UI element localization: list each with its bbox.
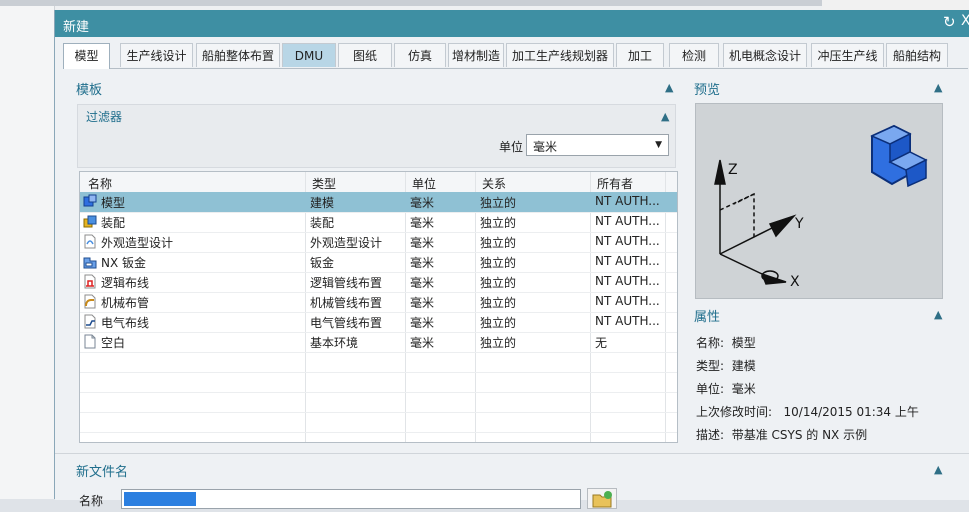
- property-description: 描述: 带基准 CSYS 的 NX 示例: [696, 428, 868, 442]
- empty-row: [80, 372, 677, 393]
- table-row[interactable]: 逻辑布线 逻辑管线布置 毫米 独立的 NT AUTH...: [80, 272, 677, 293]
- folder-icon: [592, 491, 612, 508]
- dropdown-arrow-icon: ▼: [655, 140, 662, 150]
- tab-drawing[interactable]: 图纸: [338, 43, 392, 67]
- model-cube-icon: [870, 124, 928, 188]
- background-right-strip: [822, 0, 969, 10]
- column-header-unit[interactable]: 单位: [412, 175, 436, 192]
- templates-collapse-icon[interactable]: ▲: [665, 81, 673, 94]
- column-header-relation[interactable]: 关系: [482, 175, 506, 192]
- mechanical-routing-template-icon: [84, 294, 96, 309]
- tab-machining[interactable]: 加工: [616, 43, 664, 67]
- tab-model[interactable]: 模型: [63, 43, 110, 69]
- table-row[interactable]: 装配 装配 毫米 独立的 NT AUTH...: [80, 212, 677, 233]
- column-header-type[interactable]: 类型: [312, 175, 336, 192]
- empty-row: [80, 392, 677, 413]
- template-table: 名称 类型 单位 关系 所有者 模型 建模 毫米 独立的 NT AUTH... …: [79, 171, 678, 443]
- table-row[interactable]: 机械布管 机械管线布置 毫米 独立的 NT AUTH...: [80, 292, 677, 313]
- preview-axis-x: X: [790, 274, 800, 290]
- new-file-collapse-icon[interactable]: ▲: [934, 463, 942, 476]
- table-row[interactable]: NX 钣金 钣金 毫米 独立的 NT AUTH...: [80, 252, 677, 273]
- filter-collapse-icon[interactable]: ▲: [661, 110, 669, 123]
- refresh-icon[interactable]: ↻: [943, 13, 956, 31]
- empty-row: [80, 352, 677, 373]
- template-tab-bar: 模型 生产线设计 船舶整体布置 DMU 图纸 仿真 增材制造 加工生产线规划器 …: [63, 43, 968, 69]
- column-header-name[interactable]: 名称: [88, 175, 112, 192]
- logical-routing-template-icon: [84, 274, 96, 289]
- preview-axis-y: Y: [794, 216, 804, 232]
- close-icon[interactable]: X: [961, 13, 969, 29]
- background-left-panel: [0, 6, 55, 499]
- table-header: 名称 类型 单位 关系 所有者: [80, 172, 677, 193]
- dialog-title: 新建: [63, 20, 90, 35]
- file-name-input[interactable]: [121, 489, 581, 509]
- table-row[interactable]: 模型 建模 毫米 独立的 NT AUTH...: [80, 192, 677, 213]
- properties-section-title: 属性: [694, 310, 721, 325]
- table-row[interactable]: 电气布线 电气管线布置 毫米 独立的 NT AUTH...: [80, 312, 677, 333]
- preview-axis-z: Z: [728, 162, 738, 178]
- electrical-routing-template-icon: [84, 314, 96, 329]
- filter-title: 过滤器: [86, 110, 123, 124]
- templates-section-title: 模板: [76, 83, 103, 98]
- empty-row: [80, 412, 677, 433]
- unit-dropdown[interactable]: 毫米 ▼: [526, 134, 669, 156]
- file-name-label: 名称: [79, 494, 104, 508]
- model-template-icon: [83, 194, 97, 207]
- blank-template-icon: [84, 334, 96, 349]
- tab-inspection[interactable]: 检测: [669, 43, 719, 67]
- tab-simulation[interactable]: 仿真: [394, 43, 446, 67]
- tab-mechatronics-concept[interactable]: 机电概念设计: [723, 43, 807, 67]
- unit-dropdown-value: 毫米: [533, 140, 558, 154]
- preview-collapse-icon[interactable]: ▲: [934, 81, 942, 94]
- property-unit: 单位: 毫米: [696, 382, 756, 396]
- properties-collapse-icon[interactable]: ▲: [934, 308, 942, 321]
- tab-dmu[interactable]: DMU: [282, 43, 336, 67]
- unit-label: 单位: [499, 140, 524, 154]
- tab-press-line[interactable]: 冲压生产线: [811, 43, 884, 67]
- shape-studio-template-icon: [84, 234, 96, 249]
- file-name-selection: [124, 492, 196, 506]
- tab-additive-manufacturing[interactable]: 增材制造: [448, 43, 504, 67]
- sheet-metal-template-icon: [83, 257, 97, 269]
- tab-line-planner[interactable]: 加工生产线规划器: [506, 43, 614, 67]
- tab-ship-general-arrangement[interactable]: 船舶整体布置: [196, 43, 280, 67]
- new-file-dialog: 新建 ↻ X 模型 生产线设计 船舶整体布置 DMU 图纸 仿真 增材制造 加工…: [54, 10, 969, 509]
- table-row[interactable]: 空白 基本环境 毫米 独立的 无: [80, 332, 677, 353]
- tab-ship-structure[interactable]: 船舶结构: [886, 43, 948, 67]
- dialog-titlebar[interactable]: 新建 ↻ X: [55, 10, 969, 37]
- assembly-template-icon: [83, 215, 97, 228]
- table-row[interactable]: 外观造型设计 外观造型设计 毫米 独立的 NT AUTH...: [80, 232, 677, 253]
- property-last-modified: 上次修改时间: 10/14/2015 01:34 上午: [696, 405, 919, 419]
- property-type: 类型: 建模: [696, 359, 756, 373]
- tab-production-line-design[interactable]: 生产线设计: [120, 43, 193, 67]
- preview-image: Z Y X: [714, 124, 928, 290]
- property-name: 名称: 模型: [696, 336, 756, 350]
- preview-section-title: 预览: [694, 83, 721, 98]
- preview-panel: Z Y X: [695, 103, 943, 299]
- column-header-owner[interactable]: 所有者: [597, 175, 633, 192]
- new-file-section-title: 新文件名: [76, 465, 129, 480]
